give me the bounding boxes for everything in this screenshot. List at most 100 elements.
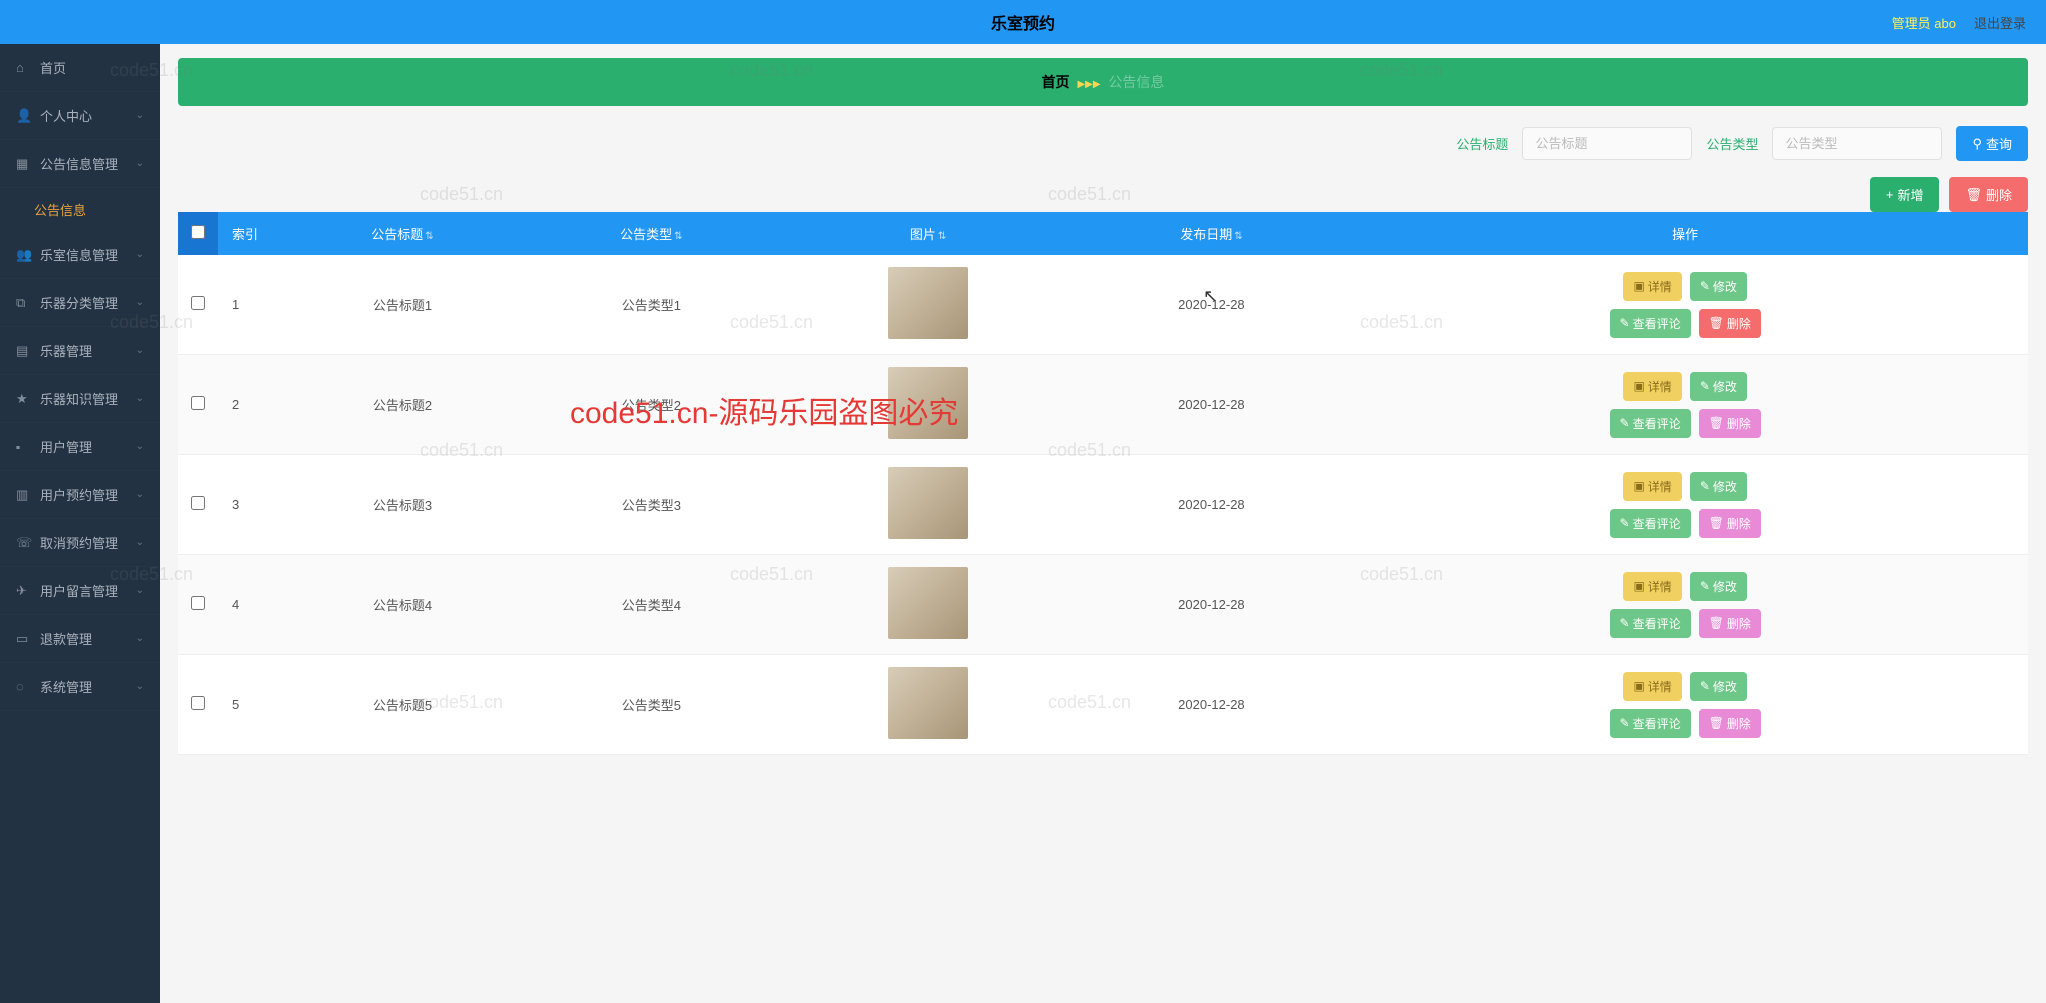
thumbnail-image[interactable] bbox=[888, 367, 968, 439]
action-toolbar: + 新增 🗑 删除 bbox=[178, 177, 2028, 212]
cell-actions: ▣ 详情 ✎ 修改 ✎ 查看评论 🗑 删除 bbox=[1342, 355, 2028, 455]
table-row: 5 公告标题5 公告类型5 2020-12-28 ▣ 详情 ✎ 修改 ✎ 查看评… bbox=[178, 655, 2028, 755]
cell-image bbox=[776, 655, 1081, 755]
sidebar-item-5[interactable]: ▤乐器管理⌄ bbox=[0, 327, 160, 375]
row-view-button[interactable]: ✎ 查看评论 bbox=[1610, 709, 1691, 738]
sidebar-item-label: 乐器分类管理 bbox=[40, 293, 118, 312]
sidebar-item-3[interactable]: 👥乐室信息管理⌄ bbox=[0, 231, 160, 279]
row-checkbox[interactable] bbox=[191, 696, 205, 710]
sidebar-item-label: 用户预约管理 bbox=[40, 485, 118, 504]
row-detail-button[interactable]: ▣ 详情 bbox=[1623, 672, 1681, 701]
home-icon: ⌂ bbox=[16, 60, 32, 75]
sidebar-item-0[interactable]: ⌂首页 bbox=[0, 44, 160, 92]
sidebar-item-10[interactable]: ✈用户留言管理⌄ bbox=[0, 567, 160, 615]
chevron-down-icon: ⌄ bbox=[136, 297, 144, 308]
sidebar-item-11[interactable]: ▭退款管理⌄ bbox=[0, 615, 160, 663]
chevron-down-icon: ⌄ bbox=[136, 441, 144, 452]
thumbnail-image[interactable] bbox=[888, 267, 968, 339]
sidebar-item-4[interactable]: ⧉乐器分类管理⌄ bbox=[0, 279, 160, 327]
row-edit-button[interactable]: ✎ 修改 bbox=[1690, 372, 1747, 401]
chevron-down-icon: ⌄ bbox=[136, 681, 144, 692]
breadcrumb-current: 公告信息 bbox=[1108, 74, 1164, 90]
chevron-down-icon: ⌄ bbox=[136, 110, 144, 121]
cell-image bbox=[776, 555, 1081, 655]
search-button[interactable]: ⚲ 查询 bbox=[1956, 126, 2028, 161]
user-icon: 👤 bbox=[16, 108, 32, 124]
sidebar-item-12[interactable]: ◌系统管理⌄ bbox=[0, 663, 160, 711]
card-icon: ▭ bbox=[16, 631, 32, 647]
cell-actions: ▣ 详情 ✎ 修改 ✎ 查看评论 🗑 删除 bbox=[1342, 655, 2028, 755]
app-title: 乐室预约 bbox=[991, 10, 1055, 34]
comment-icon: ✎ bbox=[1620, 316, 1630, 330]
user-badge[interactable]: 管理员 abo bbox=[1892, 13, 1956, 32]
sidebar-item-1[interactable]: 👤 个人中心 ⌄ bbox=[0, 92, 160, 140]
edit-icon: ✎ bbox=[1700, 579, 1710, 593]
grid-icon: ▦ bbox=[16, 156, 32, 172]
col-type[interactable]: 公告类型⇅ bbox=[527, 212, 776, 255]
row-delete-button[interactable]: 🗑 删除 bbox=[1699, 609, 1761, 638]
edit-icon: ✎ bbox=[1700, 279, 1710, 293]
row-view-button[interactable]: ✎ 查看评论 bbox=[1610, 309, 1691, 338]
row-edit-button[interactable]: ✎ 修改 bbox=[1690, 472, 1747, 501]
chevron-down-icon: ⌄ bbox=[136, 345, 144, 356]
add-button[interactable]: + 新增 bbox=[1870, 177, 1940, 212]
row-delete-button[interactable]: 🗑 删除 bbox=[1699, 409, 1761, 438]
search-title-input[interactable] bbox=[1522, 127, 1692, 160]
row-checkbox[interactable] bbox=[191, 396, 205, 410]
row-edit-button[interactable]: ✎ 修改 bbox=[1690, 572, 1747, 601]
cell-index: 1 bbox=[218, 255, 278, 355]
sidebar-item-7[interactable]: 🞍用户管理⌄ bbox=[0, 423, 160, 471]
row-checkbox[interactable] bbox=[191, 496, 205, 510]
cell-type: 公告类型5 bbox=[527, 655, 776, 755]
detail-icon: ▣ bbox=[1633, 679, 1644, 693]
sidebar-item-label: 乐室信息管理 bbox=[40, 245, 118, 264]
thumbnail-image[interactable] bbox=[888, 567, 968, 639]
col-index[interactable]: 索引 bbox=[218, 212, 278, 255]
sidebar-item-8[interactable]: ▥用户预约管理⌄ bbox=[0, 471, 160, 519]
cell-title: 公告标题2 bbox=[278, 355, 527, 455]
sidebar-item-6[interactable]: ★乐器知识管理⌄ bbox=[0, 375, 160, 423]
thumbnail-image[interactable] bbox=[888, 467, 968, 539]
select-all-checkbox[interactable] bbox=[191, 225, 205, 239]
row-detail-button[interactable]: ▣ 详情 bbox=[1623, 572, 1681, 601]
col-title[interactable]: 公告标题⇅ bbox=[278, 212, 527, 255]
row-detail-button[interactable]: ▣ 详情 bbox=[1623, 372, 1681, 401]
detail-icon: ▣ bbox=[1633, 479, 1644, 493]
col-image[interactable]: 图片⇅ bbox=[776, 212, 1081, 255]
logout-link[interactable]: 退出登录 bbox=[1974, 13, 2026, 32]
sidebar-item-2[interactable]: ▦公告信息管理⌄ bbox=[0, 140, 160, 188]
trash-icon: 🗑 bbox=[1709, 516, 1724, 530]
trash-icon: 🗑 bbox=[1709, 416, 1724, 430]
row-checkbox[interactable] bbox=[191, 296, 205, 310]
cell-image bbox=[776, 255, 1081, 355]
col-date[interactable]: 发布日期⇅ bbox=[1080, 212, 1342, 255]
thumbnail-image[interactable] bbox=[888, 667, 968, 739]
search-type-input[interactable] bbox=[1772, 127, 1942, 160]
row-delete-button[interactable]: 🗑 删除 bbox=[1699, 309, 1761, 338]
trash-icon: 🗑 bbox=[1965, 187, 1982, 203]
cell-type: 公告类型1 bbox=[527, 255, 776, 355]
row-delete-button[interactable]: 🗑 删除 bbox=[1699, 509, 1761, 538]
sidebar-item-label: 取消预约管理 bbox=[40, 533, 118, 552]
edit-icon: ✎ bbox=[1700, 679, 1710, 693]
row-view-button[interactable]: ✎ 查看评论 bbox=[1610, 509, 1691, 538]
sidebar-subitem[interactable]: 公告信息 bbox=[0, 188, 160, 231]
sidebar-item-label: 个人中心 bbox=[40, 106, 92, 125]
sidebar-item-9[interactable]: ☏取消预约管理⌄ bbox=[0, 519, 160, 567]
row-edit-button[interactable]: ✎ 修改 bbox=[1690, 272, 1747, 301]
row-edit-button[interactable]: ✎ 修改 bbox=[1690, 672, 1747, 701]
row-detail-button[interactable]: ▣ 详情 bbox=[1623, 272, 1681, 301]
detail-icon: ▣ bbox=[1633, 279, 1644, 293]
delete-button[interactable]: 🗑 删除 bbox=[1949, 177, 2028, 212]
breadcrumb-home[interactable]: 首页 bbox=[1042, 74, 1070, 90]
cell-type: 公告类型2 bbox=[527, 355, 776, 455]
row-delete-button[interactable]: 🗑 删除 bbox=[1699, 709, 1761, 738]
row-view-button[interactable]: ✎ 查看评论 bbox=[1610, 609, 1691, 638]
col-action: 操作 bbox=[1342, 212, 2028, 255]
main-content: 首页 ▶▶▶ 公告信息 公告标题 公告类型 ⚲ 查询 + 新增 🗑 删除 bbox=[160, 44, 2046, 1003]
cell-image bbox=[776, 355, 1081, 455]
row-view-button[interactable]: ✎ 查看评论 bbox=[1610, 409, 1691, 438]
sidebar-item-label: 乐器管理 bbox=[40, 341, 92, 360]
row-checkbox[interactable] bbox=[191, 596, 205, 610]
row-detail-button[interactable]: ▣ 详情 bbox=[1623, 472, 1681, 501]
